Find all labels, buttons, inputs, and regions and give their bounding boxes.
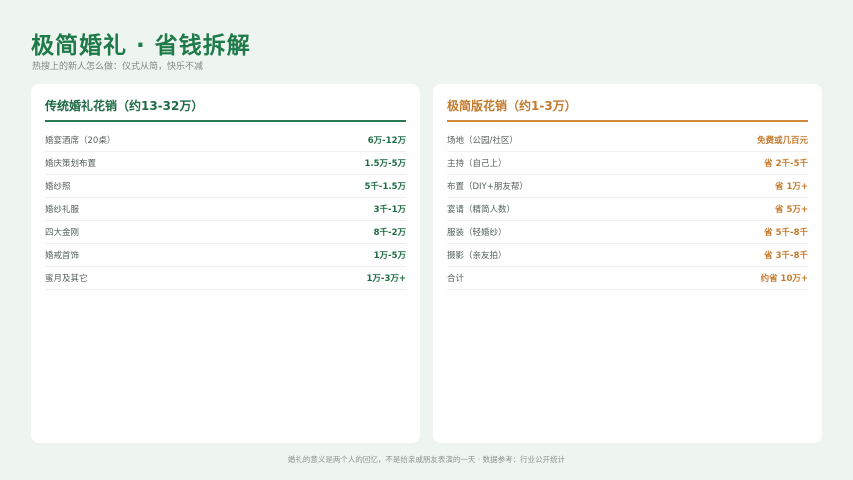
minimal-cost-row: 宴请（精简人数） 省 5万+	[447, 198, 808, 221]
cost-item-value: 省 5万+	[775, 205, 808, 215]
cost-item-value: 1.5万-5万	[364, 159, 407, 169]
cost-item-value: 6万-12万	[367, 136, 406, 146]
cost-item-label: 摄影（亲友拍）	[447, 251, 507, 261]
page-subtitle: 热搜上的新人怎么做：仪式从简，快乐不减	[32, 62, 204, 72]
cost-item-label: 婚戒首饰	[45, 251, 80, 261]
cost-item-value: 省 5千-8千	[764, 228, 808, 238]
minimal-cost-row: 布置（DIY+朋友帮） 省 1万+	[447, 175, 808, 198]
traditional-cost-row: 婚戒首饰 1万-5万	[45, 244, 406, 267]
footer-note: 婚礼的意义是两个人的回忆，不是给亲戚朋友表演的一天 · 数据参考：行业公开统计	[287, 455, 566, 464]
cost-item-label: 布置（DIY+朋友帮）	[447, 182, 528, 192]
total-label: 合计	[447, 274, 465, 284]
cost-item-label: 服装（轻婚纱）	[447, 228, 507, 238]
minimal-cost-card: 极简版花销（约1-3万） 场地（公园/社区） 免费或几百元 主持（自己上） 省 2千…	[433, 84, 822, 443]
cost-item-value: 免费或几百元	[756, 136, 808, 146]
cost-item-value: 3千-1万	[373, 205, 406, 215]
minimal-cost-row: 服装（轻婚纱） 省 5千-8千	[447, 221, 808, 244]
traditional-cost-row: 婚纱照 5千-1.5万	[45, 175, 406, 198]
cost-item-label: 主持（自己上）	[447, 159, 507, 169]
minimal-cost-list: 场地（公园/社区） 免费或几百元 主持（自己上） 省 2千-5千 布置（DIY+朋友…	[447, 129, 808, 290]
cost-item-value: 1万-3万+	[366, 274, 406, 284]
minimal-cost-row: 场地（公园/社区） 免费或几百元	[447, 129, 808, 152]
minimal-cost-row: 摄影（亲友拍） 省 3千-8千	[447, 244, 808, 267]
traditional-card-heading: 传统婚礼花销（约13-32万）	[45, 97, 406, 122]
cost-item-label: 婚庆策划布置	[45, 159, 97, 169]
traditional-cost-row: 四大金刚 8千-2万	[45, 221, 406, 244]
cost-item-label: 四大金刚	[45, 228, 80, 238]
cost-item-label: 蜜月及其它	[45, 274, 88, 284]
traditional-cost-card: 传统婚礼花销（约13-32万） 婚宴酒席（20桌） 6万-12万 婚庆策划布置 1.…	[31, 84, 420, 443]
cost-item-label: 婚宴酒席（20桌）	[45, 136, 116, 146]
cost-item-value: 5千-1.5万	[364, 182, 407, 192]
minimal-card-heading: 极简版花销（约1-3万）	[447, 97, 808, 122]
minimal-total-row: 合计 约省 10万+	[447, 267, 808, 290]
cost-item-value: 省 1万+	[775, 182, 808, 192]
cost-item-label: 宴请（精简人数）	[447, 205, 516, 215]
total-value: 约省 10万+	[760, 274, 808, 284]
traditional-cost-row: 婚纱礼服 3千-1万	[45, 198, 406, 221]
traditional-cost-row: 蜜月及其它 1万-3万+	[45, 267, 406, 290]
cost-item-value: 省 3千-8千	[764, 251, 808, 261]
traditional-cost-row: 婚庆策划布置 1.5万-5万	[45, 152, 406, 175]
cost-item-label: 婚纱照	[45, 182, 71, 192]
cost-item-value: 省 2千-5千	[764, 159, 808, 169]
traditional-cost-row: 婚宴酒席（20桌） 6万-12万	[45, 129, 406, 152]
cost-item-label: 婚纱礼服	[45, 205, 80, 215]
traditional-cost-list: 婚宴酒席（20桌） 6万-12万 婚庆策划布置 1.5万-5万 婚纱照 5千-1.5万…	[45, 129, 406, 290]
page-title: 极简婚礼 · 省钱拆解	[31, 33, 251, 59]
cost-item-label: 场地（公园/社区）	[447, 136, 518, 146]
cost-item-value: 1万-5万	[373, 251, 406, 261]
cost-item-value: 8千-2万	[373, 228, 406, 238]
minimal-cost-row: 主持（自己上） 省 2千-5千	[447, 152, 808, 175]
